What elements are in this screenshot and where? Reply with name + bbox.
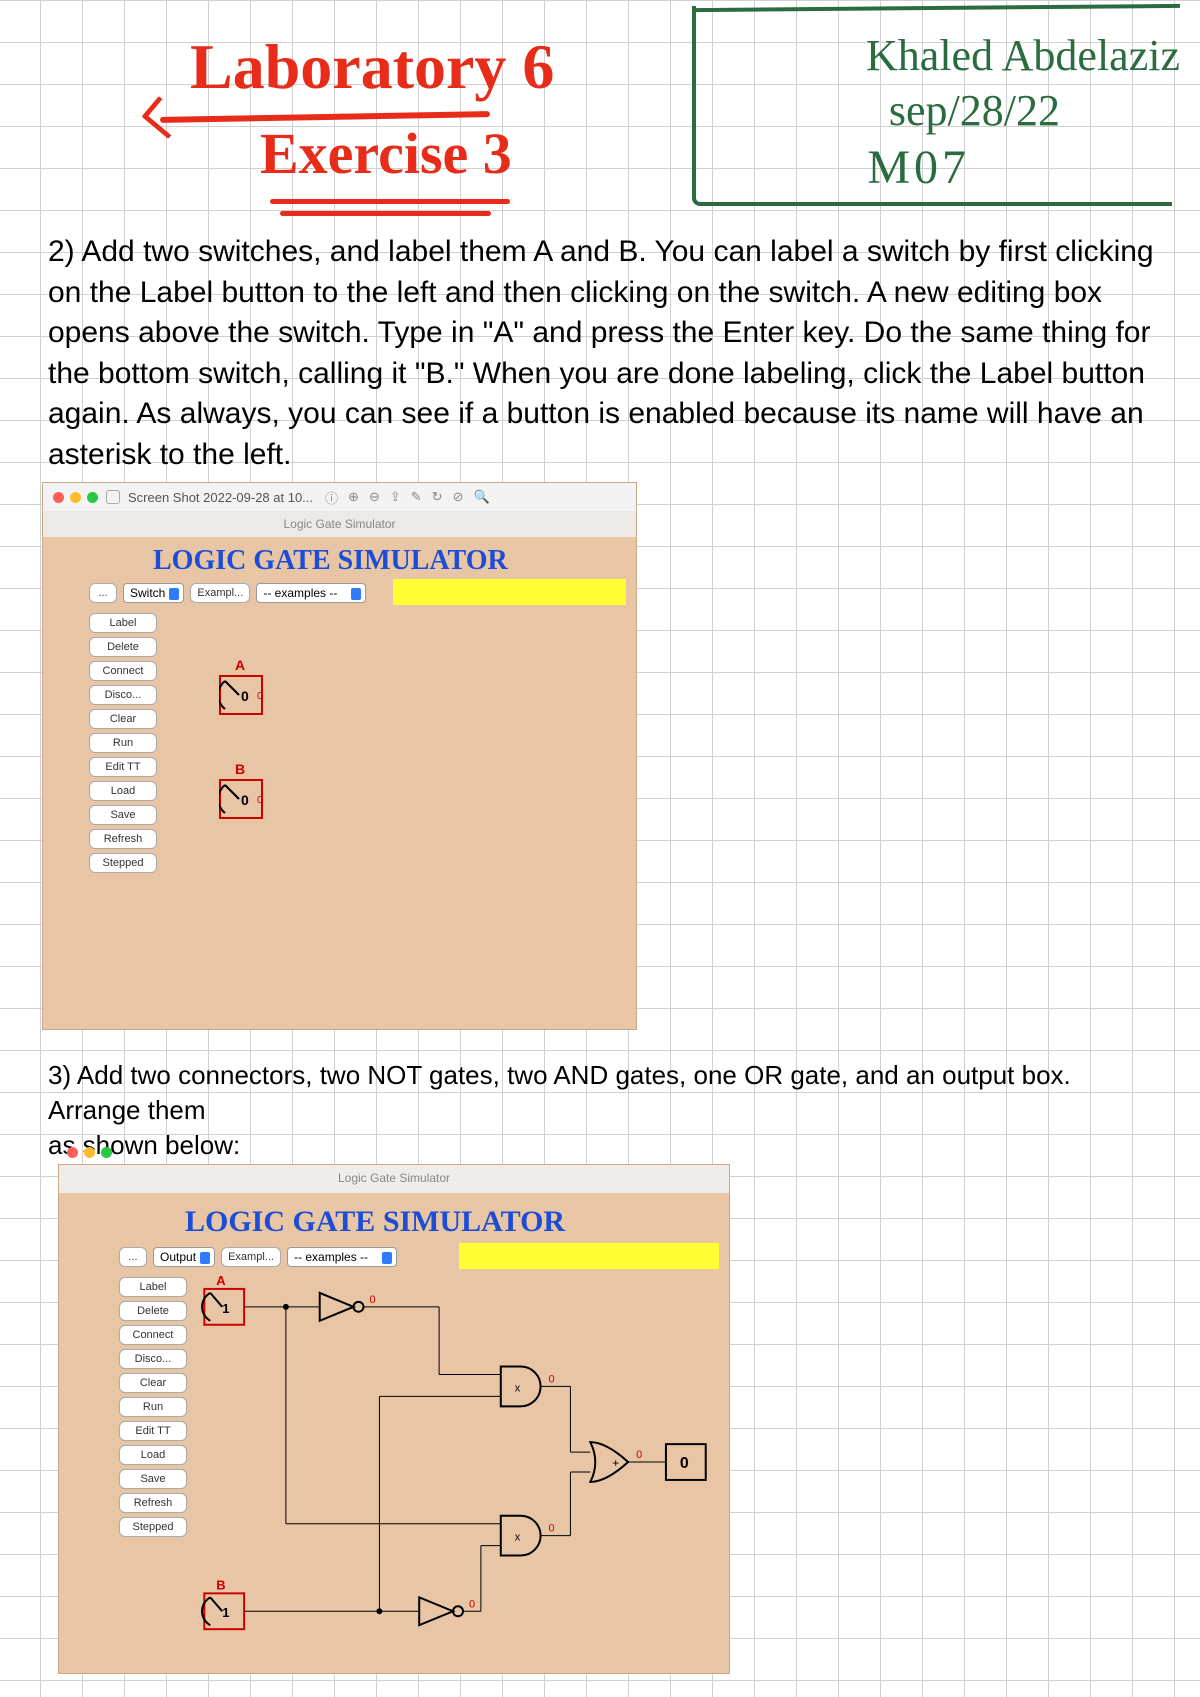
connect-button[interactable]: Connect <box>89 661 157 681</box>
disconnect-button[interactable]: Disco... <box>119 1349 187 1369</box>
instruction-step-2: 2) Add two switches, and label them A an… <box>48 232 1168 475</box>
switch-a[interactable]: A 0 0 <box>219 675 263 715</box>
refresh-button[interactable]: Refresh <box>119 1493 187 1513</box>
svg-text:0: 0 <box>257 795 263 806</box>
label-button[interactable]: Label <box>119 1277 187 1297</box>
component-toolbar: ... Switch Exampl... -- examples -- <box>89 581 366 605</box>
app-sub-titlebar: Logic Gate Simulator <box>43 511 636 537</box>
output-box[interactable]: 0 <box>666 1444 706 1480</box>
svg-text:+: + <box>612 1456 619 1470</box>
examples-dropdown[interactable]: -- examples -- <box>287 1247 397 1267</box>
delete-button[interactable]: Delete <box>119 1301 187 1321</box>
svg-text:1: 1 <box>222 1301 229 1316</box>
stepped-button[interactable]: Stepped <box>89 853 157 873</box>
share-icon[interactable]: ⇪ <box>390 489 401 505</box>
app-title: LOGIC GATE SIMULATOR <box>153 545 508 577</box>
svg-text:x: x <box>515 1532 521 1544</box>
lab-title: Laboratory 6 <box>190 30 554 104</box>
delete-button[interactable]: Delete <box>89 637 157 657</box>
disconnect-button[interactable]: Disco... <box>89 685 157 705</box>
switch-b[interactable]: B 1 <box>202 1577 244 1629</box>
mac-toolbar-icons: ⓘ ⊕ ⊖ ⇪ ✎ ↻ ⊘ 🔍 <box>325 488 490 507</box>
screenshot-window-2: Logic Gate Simulator LOGIC GATE SIMULATO… <box>58 1164 730 1674</box>
mac-window-title: Screen Shot 2022-09-28 at 10... <box>128 490 313 505</box>
exercise-title: Exercise 3 <box>260 120 512 187</box>
switch-b-label: B <box>235 761 245 777</box>
close-icon[interactable] <box>67 1147 78 1158</box>
close-icon[interactable] <box>53 492 64 503</box>
delete-icon[interactable]: ⊘ <box>453 489 464 505</box>
minimize-icon[interactable] <box>84 1147 95 1158</box>
instruction-step-3: 3) Add two connectors, two NOT gates, tw… <box>48 1058 1168 1163</box>
maximize-icon[interactable] <box>101 1147 112 1158</box>
rotate-icon[interactable]: ↻ <box>432 489 443 505</box>
minimize-icon[interactable] <box>70 492 81 503</box>
switch-b-value: 0 <box>241 792 249 808</box>
traffic-lights <box>53 492 98 503</box>
svg-text:0: 0 <box>549 1373 555 1385</box>
edit-tt-button[interactable]: Edit TT <box>119 1421 187 1441</box>
svg-text:0: 0 <box>680 1455 689 1472</box>
switch-b[interactable]: B 0 0 <box>219 779 263 819</box>
svg-text:B: B <box>216 1577 225 1592</box>
maximize-icon[interactable] <box>87 492 98 503</box>
tool-sidebar: Label Delete Connect Disco... Clear Run … <box>89 613 157 873</box>
switch-a-label: A <box>235 657 245 673</box>
sidebar-toggle-icon[interactable] <box>106 490 120 504</box>
svg-text:0: 0 <box>469 1598 475 1610</box>
date: sep/28/22 <box>889 85 1060 136</box>
stepped-button[interactable]: Stepped <box>119 1517 187 1537</box>
component-toolbar: ... Output Exampl... -- examples -- <box>119 1245 397 1269</box>
edit-tt-button[interactable]: Edit TT <box>89 757 157 777</box>
zoom-in-icon[interactable]: ⊕ <box>348 489 359 505</box>
svg-text:A: A <box>216 1275 225 1288</box>
run-button[interactable]: Run <box>119 1397 187 1417</box>
svg-text:1: 1 <box>222 1605 229 1620</box>
examples-dropdown[interactable]: -- examples -- <box>256 583 366 603</box>
svg-text:0: 0 <box>549 1523 555 1535</box>
mac-titlebar: Screen Shot 2022-09-28 at 10... ⓘ ⊕ ⊖ ⇪ … <box>43 483 636 511</box>
svg-text:x: x <box>515 1382 521 1394</box>
info-icon[interactable]: ⓘ <box>325 488 338 507</box>
svg-text:0: 0 <box>257 691 263 702</box>
example-button[interactable]: Exampl... <box>190 583 250 603</box>
more-button[interactable]: ... <box>89 583 117 603</box>
app-title: LOGIC GATE SIMULATOR <box>185 1205 565 1239</box>
example-button[interactable]: Exampl... <box>221 1247 281 1267</box>
student-name: Khaled Abdelaziz <box>866 30 1180 81</box>
component-dropdown[interactable]: Switch <box>123 583 184 603</box>
run-button[interactable]: Run <box>89 733 157 753</box>
status-bar <box>393 579 626 605</box>
label-button[interactable]: Label <box>89 613 157 633</box>
exercise-title-underline <box>270 195 510 225</box>
load-button[interactable]: Load <box>119 1445 187 1465</box>
component-dropdown[interactable]: Output <box>153 1247 215 1267</box>
svg-text:0: 0 <box>369 1294 375 1306</box>
zoom-out-icon[interactable]: ⊖ <box>369 489 380 505</box>
search-icon[interactable]: 🔍 <box>473 489 489 505</box>
save-button[interactable]: Save <box>119 1469 187 1489</box>
clear-button[interactable]: Clear <box>89 709 157 729</box>
load-button[interactable]: Load <box>89 781 157 801</box>
connect-button[interactable]: Connect <box>119 1325 187 1345</box>
save-button[interactable]: Save <box>89 805 157 825</box>
tool-sidebar: Label Delete Connect Disco... Clear Run … <box>119 1277 187 1537</box>
status-bar <box>459 1243 719 1269</box>
switch-a[interactable]: A 1 <box>202 1275 244 1325</box>
svg-text:0: 0 <box>636 1449 642 1461</box>
section: M07 <box>867 140 970 195</box>
screenshot-window-1: Screen Shot 2022-09-28 at 10... ⓘ ⊕ ⊖ ⇪ … <box>42 482 637 1030</box>
clear-button[interactable]: Clear <box>119 1373 187 1393</box>
switch-a-value: 0 <box>241 688 249 704</box>
circuit-canvas[interactable]: A 1 B 1 0 <box>199 1275 719 1663</box>
app-sub-titlebar: Logic Gate Simulator <box>59 1165 729 1193</box>
traffic-lights <box>67 1147 112 1158</box>
refresh-button[interactable]: Refresh <box>89 829 157 849</box>
edit-icon[interactable]: ✎ <box>411 489 422 505</box>
more-button[interactable]: ... <box>119 1247 147 1267</box>
